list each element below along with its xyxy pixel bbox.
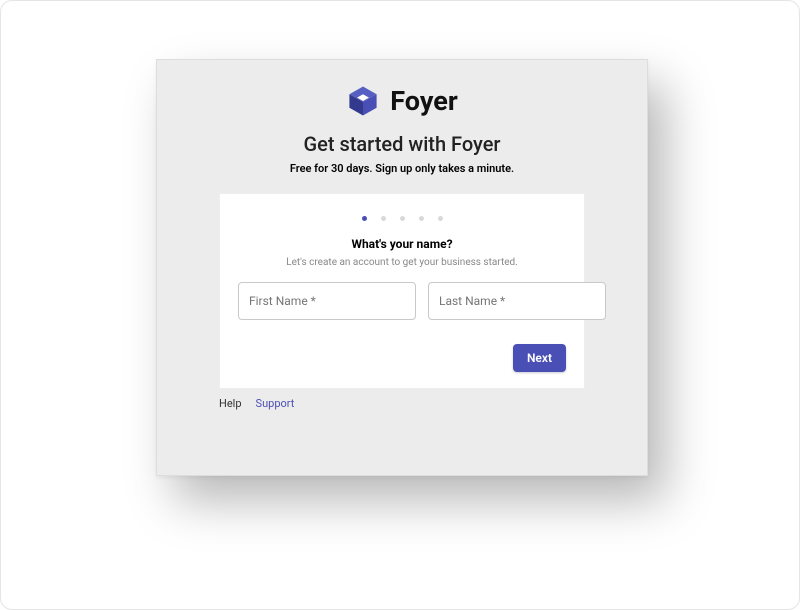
name-fields [238, 282, 566, 320]
wizard-card: What's your name? Let's create an accoun… [219, 193, 585, 389]
step-dot-3 [400, 216, 405, 221]
step-dot-2 [381, 216, 386, 221]
help-link[interactable]: Help [219, 397, 242, 410]
page-subtitle: Free for 30 days. Sign up only takes a m… [157, 162, 647, 175]
support-link[interactable]: Support [256, 397, 295, 410]
signup-panel: Foyer Get started with Foyer Free for 30… [156, 59, 648, 476]
page-title: Get started with Foyer [157, 132, 647, 156]
brand-name: Foyer [390, 85, 457, 117]
wizard-question: What's your name? [238, 237, 566, 251]
step-dot-1 [362, 216, 367, 221]
brand-logo-row: Foyer [157, 84, 647, 118]
step-indicator [238, 216, 566, 221]
first-name-input[interactable] [238, 282, 416, 320]
step-dot-5 [438, 216, 443, 221]
wizard-actions: Next [238, 344, 566, 372]
step-dot-4 [419, 216, 424, 221]
next-button[interactable]: Next [513, 344, 566, 372]
footer-links: Help Support [219, 397, 585, 410]
foyer-logo-icon [346, 84, 380, 118]
wizard-question-sub: Let's create an account to get your busi… [238, 257, 566, 268]
last-name-input[interactable] [428, 282, 606, 320]
